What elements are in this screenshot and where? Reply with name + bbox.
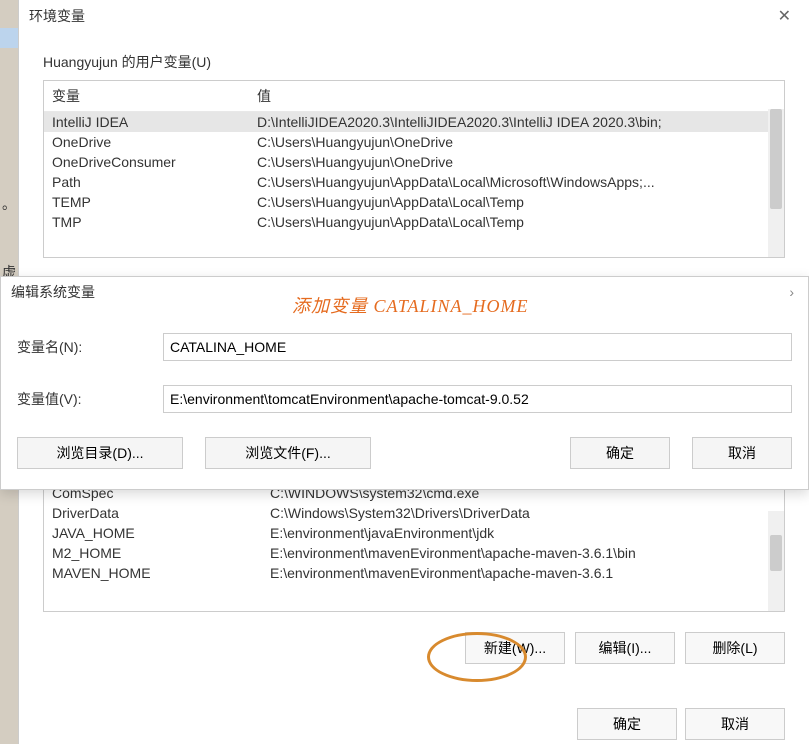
var-name: OneDriveConsumer xyxy=(52,154,257,170)
var-name: M2_HOME xyxy=(52,545,270,561)
browse-file-button[interactable]: 浏览文件(F)... xyxy=(205,437,371,469)
table-row[interactable]: OneDriveConsumer C:\Users\Huangyujun\One… xyxy=(44,152,784,172)
table-row[interactable]: OneDrive C:\Users\Huangyujun\OneDrive xyxy=(44,132,784,152)
browse-directory-button[interactable]: 浏览目录(D)... xyxy=(17,437,183,469)
var-value: C:\Windows\System32\Drivers\DriverData xyxy=(270,505,776,521)
table-row[interactable]: TMP C:\Users\Huangyujun\AppData\Local\Te… xyxy=(44,212,784,232)
table-row[interactable]: MAVEN_HOME E:\environment\mavenEvironmen… xyxy=(44,563,784,583)
var-value: D:\IntelliJIDEA2020.3\IntelliJIDEA2020.3… xyxy=(257,114,776,130)
title-bar: 环境变量 ✕ xyxy=(19,0,809,32)
var-name: Path xyxy=(52,174,257,190)
scroll-thumb[interactable] xyxy=(770,535,782,571)
table-row[interactable]: Path C:\Users\Huangyujun\AppData\Local\M… xyxy=(44,172,784,192)
close-icon[interactable]: ✕ xyxy=(770,6,799,26)
var-value: C:\Users\Huangyujun\AppData\Local\Micros… xyxy=(257,174,776,190)
var-name: IntelliJ IDEA xyxy=(52,114,257,130)
var-value: E:\environment\javaEnvironment\jdk xyxy=(270,525,776,541)
var-name: TMP xyxy=(52,214,257,230)
var-name: TEMP xyxy=(52,194,257,210)
var-value: C:\Users\Huangyujun\OneDrive xyxy=(257,134,776,150)
header-name: 变量 xyxy=(52,86,257,106)
var-value: E:\environment\mavenEvironment\apache-ma… xyxy=(270,545,776,561)
scrollbar[interactable] xyxy=(768,109,784,257)
var-value: C:\Users\Huangyujun\OneDrive xyxy=(257,154,776,170)
chevron-right-icon: › xyxy=(785,284,798,300)
table-row[interactable]: DriverData C:\Windows\System32\Drivers\D… xyxy=(44,503,784,523)
edit-dialog-buttons: 浏览目录(D)... 浏览文件(F)... 确定 取消 xyxy=(17,437,792,469)
var-value: C:\Users\Huangyujun\AppData\Local\Temp xyxy=(257,214,776,230)
list-header: 变量 值 xyxy=(44,81,784,112)
var-name: OneDrive xyxy=(52,134,257,150)
variable-name-input[interactable] xyxy=(163,333,792,361)
edit-dialog-body: 变量名(N): 变量值(V): 浏览目录(D)... 浏览文件(F)... 确定… xyxy=(1,307,808,487)
edit-button[interactable]: 编辑(I)... xyxy=(575,632,675,664)
user-vars-list[interactable]: 变量 值 IntelliJ IDEA D:\IntelliJIDEA2020.3… xyxy=(43,80,785,258)
header-value: 值 xyxy=(257,86,776,106)
cancel-button[interactable]: 取消 xyxy=(692,437,792,469)
table-row[interactable]: JAVA_HOME E:\environment\javaEnvironment… xyxy=(44,523,784,543)
system-vars-list[interactable]: ComSpec C:\WINDOWS\system32\cmd.exe Driv… xyxy=(43,482,785,612)
sys-vars-button-row: 新建(W)... 编辑(I)... 删除(L) xyxy=(43,632,785,664)
table-row[interactable]: M2_HOME E:\environment\mavenEvironment\a… xyxy=(44,543,784,563)
variable-value-input[interactable] xyxy=(163,385,792,413)
user-vars-label: Huangyujun 的用户变量(U) xyxy=(43,52,785,72)
cancel-button[interactable]: 取消 xyxy=(685,708,785,740)
dialog-title: 环境变量 xyxy=(29,6,770,26)
variable-value-row: 变量值(V): xyxy=(17,385,792,413)
var-name: JAVA_HOME xyxy=(52,525,270,541)
ok-button[interactable]: 确定 xyxy=(570,437,670,469)
var-name: MAVEN_HOME xyxy=(52,565,270,581)
var-value: E:\environment\mavenEvironment\apache-ma… xyxy=(270,565,776,581)
variable-name-row: 变量名(N): xyxy=(17,333,792,361)
bg-text-fragment: 。 xyxy=(2,194,16,214)
var-value: C:\Users\Huangyujun\AppData\Local\Temp xyxy=(257,194,776,210)
new-button[interactable]: 新建(W)... xyxy=(465,632,565,664)
annotation-text: 添加变量 CATALINA_HOME xyxy=(292,292,529,318)
scroll-thumb[interactable] xyxy=(770,109,782,209)
delete-button[interactable]: 删除(L) xyxy=(685,632,785,664)
background-blue-bar xyxy=(0,28,18,48)
scrollbar[interactable] xyxy=(768,511,784,611)
ok-button[interactable]: 确定 xyxy=(577,708,677,740)
var-name: DriverData xyxy=(52,505,270,521)
table-row[interactable]: TEMP C:\Users\Huangyujun\AppData\Local\T… xyxy=(44,192,784,212)
variable-name-label: 变量名(N): xyxy=(17,337,163,357)
variable-value-label: 变量值(V): xyxy=(17,389,163,409)
table-row[interactable]: IntelliJ IDEA D:\IntelliJIDEA2020.3\Inte… xyxy=(44,112,784,132)
dialog-footer: 确定 取消 xyxy=(577,708,785,740)
